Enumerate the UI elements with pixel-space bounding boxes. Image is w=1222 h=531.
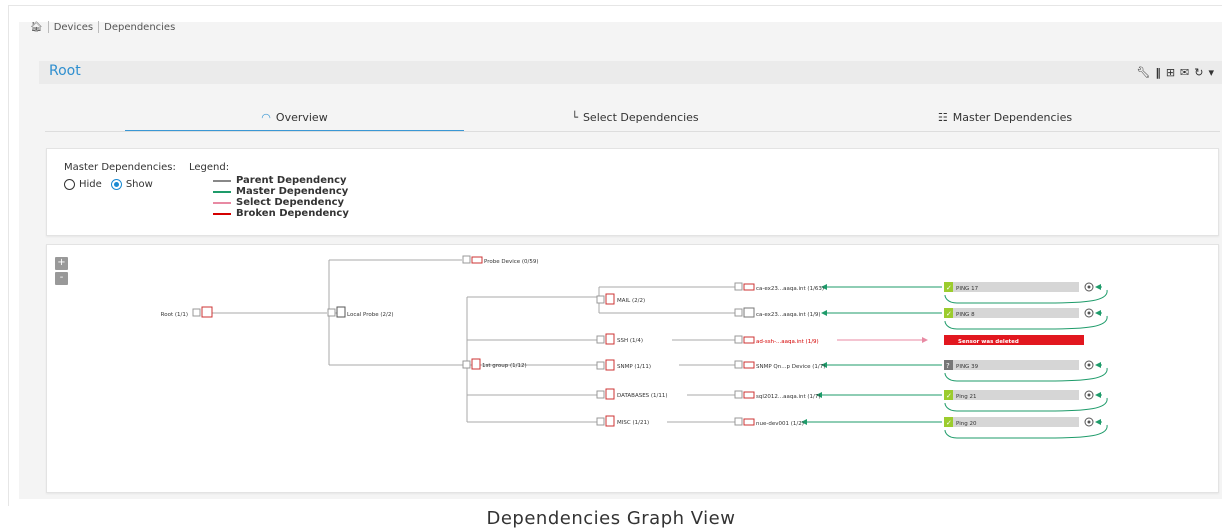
svg-text:✓: ✓ [946, 419, 952, 427]
legend-panel: Master Dependencies: Hide Show Legend: P… [46, 148, 1219, 236]
wrench-icon[interactable]: 🔧︎ [1136, 66, 1150, 79]
node-subgroup[interactable]: SSH (1/4) [596, 333, 643, 345]
sensor-ok[interactable]: ✓ PING 8 [944, 308, 1094, 318]
legend-item: Broken Dependency [213, 208, 349, 219]
node-probe-device[interactable]: Probe Device (0/59) [462, 255, 539, 265]
tab-master-dependencies[interactable]: ☷ Master Dependencies [805, 104, 1205, 130]
node-subgroup[interactable]: MAIL (2/2) [596, 293, 645, 305]
svg-text:Ping 20: Ping 20 [956, 421, 977, 427]
node-device[interactable]: ca-ex23...aaqa.int (1/63) [734, 282, 824, 292]
dropdown-icon[interactable]: ▾ [1208, 66, 1214, 79]
legend-item: Master Dependency [213, 186, 349, 197]
node-subgroup[interactable]: DATABASES (1/11) [596, 388, 668, 400]
svg-text:SSH (1/4): SSH (1/4) [617, 338, 643, 344]
svg-text:MAIL (2/2): MAIL (2/2) [617, 298, 645, 304]
node-device[interactable]: ca-ex23...aaqa.int (1/9) [734, 307, 821, 318]
pause-icon[interactable]: ‖ [1155, 66, 1161, 79]
refresh-icon[interactable]: ↻ [1194, 66, 1203, 79]
legend-title: Legend: [189, 162, 230, 173]
svg-text:SNMP (1/11): SNMP (1/11) [617, 364, 651, 370]
svg-text:SNMP Qn...p Device (1/7): SNMP Qn...p Device (1/7) [756, 364, 825, 370]
hierarchy-icon: ☷ [937, 110, 948, 124]
mail-icon[interactable]: ✉ [1180, 66, 1189, 79]
show-radio[interactable] [110, 179, 122, 190]
breadcrumb-devices[interactable]: Devices [54, 22, 93, 33]
node-device[interactable]: ad-ssh-...aaqa.int (1/9) [734, 335, 819, 345]
svg-text:Local Probe (2/2): Local Probe (2/2) [347, 312, 394, 318]
node-device[interactable]: SNMP Qn...p Device (1/7) [734, 360, 825, 370]
gauge-icon: ◠ [261, 110, 271, 124]
add-icon[interactable]: ⊞ [1166, 66, 1175, 79]
tab-overview-label: Overview [275, 110, 328, 124]
tree-icon: └ [571, 110, 578, 124]
node-subgroup[interactable]: MISC (1/21) [596, 415, 649, 427]
node-device[interactable]: sql2012...aaqa.int (1/7) [734, 390, 821, 400]
tab-bar: ◠ Overview └ Select Dependencies ☷ Maste… [45, 104, 1220, 132]
svg-text:Ping 21: Ping 21 [956, 394, 976, 400]
master-dependencies-label: Master Dependencies: [64, 162, 176, 173]
sensor-deleted[interactable]: Sensor was deleted [944, 335, 1084, 345]
svg-text:✓: ✓ [946, 392, 952, 400]
svg-text:MISC (1/21): MISC (1/21) [617, 420, 649, 426]
dependency-graph: Root (1/1) Local Probe (2/2) Probe Devic… [161, 255, 1108, 439]
legend-item: Parent Dependency [213, 175, 349, 186]
svg-text:DATABASES (1/11): DATABASES (1/11) [617, 393, 668, 399]
graph-panel: + - Root (1/1) Local Probe (2/2) Probe D… [46, 244, 1219, 493]
svg-text:✓: ✓ [946, 310, 952, 318]
node-subgroup[interactable]: SNMP (1/11) [596, 359, 651, 371]
show-label: Show [125, 179, 153, 190]
node-local-probe[interactable]: Local Probe (2/2) [327, 306, 394, 318]
tab-overview[interactable]: ◠ Overview [125, 104, 464, 132]
svg-text:ca-ex23...aaqa.int (1/9): ca-ex23...aaqa.int (1/9) [756, 312, 821, 318]
sensor-ok[interactable]: ✓ Ping 20 [944, 417, 1094, 427]
svg-text:PING 17: PING 17 [956, 286, 979, 292]
svg-text:nue-dev001 (1/2): nue-dev001 (1/2) [756, 421, 804, 427]
page-title: Root [49, 63, 81, 79]
svg-text:sql2012...aaqa.int (1/7): sql2012...aaqa.int (1/7) [756, 394, 821, 400]
tab-master-dependencies-label: Master Dependencies [952, 110, 1073, 124]
tab-select-dependencies[interactable]: └ Select Dependencies [465, 104, 805, 130]
figure-caption: Dependencies Graph View [486, 508, 736, 529]
svg-text:1st group (1/12): 1st group (1/12) [482, 363, 527, 369]
svg-text:PING 39: PING 39 [956, 364, 979, 370]
legend-list: Parent Dependency Master Dependency Sele… [213, 175, 349, 219]
hide-label: Hide [79, 179, 102, 190]
page-header [39, 61, 1222, 84]
master-toggle: Hide Show [64, 179, 153, 190]
breadcrumb: 🏠︎ Devices Dependencies [30, 21, 175, 33]
hide-radio[interactable] [64, 179, 75, 190]
svg-text:ad-ssh-...aaqa.int (1/9): ad-ssh-...aaqa.int (1/9) [756, 339, 819, 345]
svg-text:Sensor was deleted: Sensor was deleted [958, 339, 1019, 345]
svg-text:ca-ex23...aaqa.int (1/63): ca-ex23...aaqa.int (1/63) [756, 286, 824, 292]
sensor-ok[interactable]: ✓ PING 17 [944, 282, 1094, 292]
home-icon[interactable]: 🏠︎ [30, 22, 43, 33]
svg-text:PING 8: PING 8 [956, 312, 975, 318]
svg-text:?: ? [946, 362, 950, 370]
sensor-ok[interactable]: ✓ Ping 21 [944, 390, 1094, 400]
node-device[interactable]: nue-dev001 (1/2) [734, 417, 804, 427]
svg-text:Root (1/1): Root (1/1) [161, 312, 188, 318]
header-toolbar: 🔧︎ ‖ ⊞ ✉ ↻ ▾ [1136, 66, 1214, 79]
svg-text:✓: ✓ [946, 284, 952, 292]
node-group[interactable]: 1st group (1/12) [462, 358, 527, 370]
tab-select-dependencies-label: Select Dependencies [582, 110, 699, 124]
sensor-unknown[interactable]: ? PING 39 [944, 360, 1094, 370]
legend-item: Select Dependency [213, 197, 349, 208]
svg-text:Probe Device (0/59): Probe Device (0/59) [484, 259, 539, 265]
breadcrumb-dependencies[interactable]: Dependencies [104, 22, 175, 33]
node-root[interactable]: Root (1/1) [161, 306, 213, 318]
